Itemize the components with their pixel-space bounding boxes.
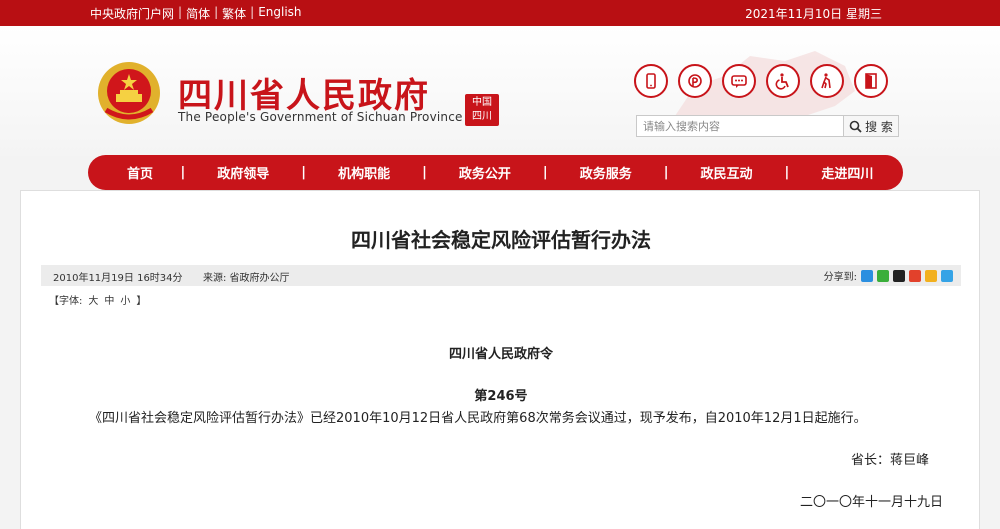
article-body: 《四川省社会稳定风险评估暂行办法》已经2010年10月12日省人民政府第68次常…	[89, 411, 867, 426]
nav-interaction[interactable]: 政民互动	[671, 163, 782, 182]
current-date: 2021年11月10日 星期三	[745, 7, 882, 21]
share-label: 分享到:	[823, 272, 857, 283]
link-english[interactable]: English	[258, 5, 301, 22]
publish-time: 2010年11月19日 16时34分	[53, 273, 183, 284]
nav-divider: |	[301, 165, 307, 180]
search-box: 搜 索	[636, 115, 899, 137]
nav-home[interactable]: 首页	[102, 163, 178, 182]
nav-gov-affairs[interactable]: 政务公开	[429, 163, 540, 182]
divider: |	[250, 5, 255, 19]
top-bar: 中央政府门户网 | 简体 | 繁体 | English 2021年11月10日 …	[0, 0, 1000, 26]
nav-about-sichuan[interactable]: 走进四川	[792, 163, 903, 182]
elderly-icon[interactable]	[810, 64, 844, 98]
divider: |	[214, 5, 219, 19]
top-links: 中央政府门户网 | 简体 | 繁体 | English	[90, 5, 302, 22]
link-traditional[interactable]: 繁体	[222, 5, 246, 22]
exit-icon[interactable]	[854, 64, 888, 98]
article-title: 四川省社会稳定风险评估暂行办法	[351, 228, 651, 252]
font-size-switcher: 【字体: 大 中 小 】	[49, 292, 146, 307]
mobile-icon[interactable]	[634, 64, 668, 98]
share-wechat-icon[interactable]	[877, 269, 889, 282]
search-icon	[849, 120, 862, 133]
signature-date: 二〇一〇年十一月十九日	[799, 495, 943, 510]
decree-number: 第246号	[474, 389, 528, 404]
nav-divider: |	[422, 165, 427, 180]
font-size-label: 【字体:	[49, 296, 83, 307]
divider: |	[178, 5, 183, 19]
site-subtitle: The People's Government of Sichuan Provi…	[178, 110, 463, 124]
message-icon[interactable]	[722, 64, 756, 98]
main-nav: 首页 | 政府领导 | 机构职能 | 政务公开 | 政务服务 | 政民互动 | …	[88, 155, 903, 190]
article-container: 四川省社会稳定风险评估暂行办法 2010年11月19日 16时34分 来源: 省…	[20, 190, 980, 529]
weibo-icon[interactable]	[678, 64, 712, 98]
share-bar: 分享到:	[824, 268, 953, 283]
share-tencent-icon[interactable]	[941, 269, 953, 282]
national-emblem-icon	[98, 62, 160, 124]
accessibility-icon[interactable]	[766, 64, 800, 98]
share-weibo-icon[interactable]	[909, 269, 921, 282]
china-sichuan-seal-logo: 中国 四川	[465, 94, 499, 126]
font-size-close: 】	[136, 296, 147, 307]
font-size-medium[interactable]: 中	[104, 292, 114, 307]
governor-signature: 省长：蒋巨峰	[850, 453, 929, 468]
share-more-icon[interactable]	[861, 269, 873, 282]
site-header: 四川省人民政府 The People's Government of Sichu…	[0, 26, 1000, 156]
search-button-label: 搜 索	[865, 119, 893, 134]
search-input[interactable]	[636, 115, 844, 137]
search-button[interactable]: 搜 索	[844, 115, 899, 137]
article-source: 来源: 省政府办公厅	[203, 273, 290, 284]
decree-heading: 四川省人民政府令	[448, 347, 553, 362]
link-simplified[interactable]: 简体	[186, 5, 210, 22]
nav-divider: |	[180, 165, 186, 180]
font-size-small[interactable]: 小	[120, 292, 130, 307]
font-size-large[interactable]: 大	[88, 292, 98, 307]
article-meta-bar: 2010年11月19日 16时34分 来源: 省政府办公厅 分享到:	[41, 265, 961, 286]
nav-divider: |	[542, 165, 548, 180]
nav-leaders[interactable]: 政府领导	[188, 163, 299, 182]
nav-divider: |	[784, 165, 790, 180]
nav-institutions[interactable]: 机构职能	[308, 163, 419, 182]
share-qq-icon[interactable]	[893, 269, 905, 282]
toolbar-icons	[634, 64, 888, 98]
nav-divider: |	[663, 165, 669, 180]
link-central-gov[interactable]: 中央政府门户网	[90, 5, 174, 22]
share-qzone-icon[interactable]	[925, 269, 937, 282]
nav-gov-services[interactable]: 政务服务	[550, 163, 661, 182]
